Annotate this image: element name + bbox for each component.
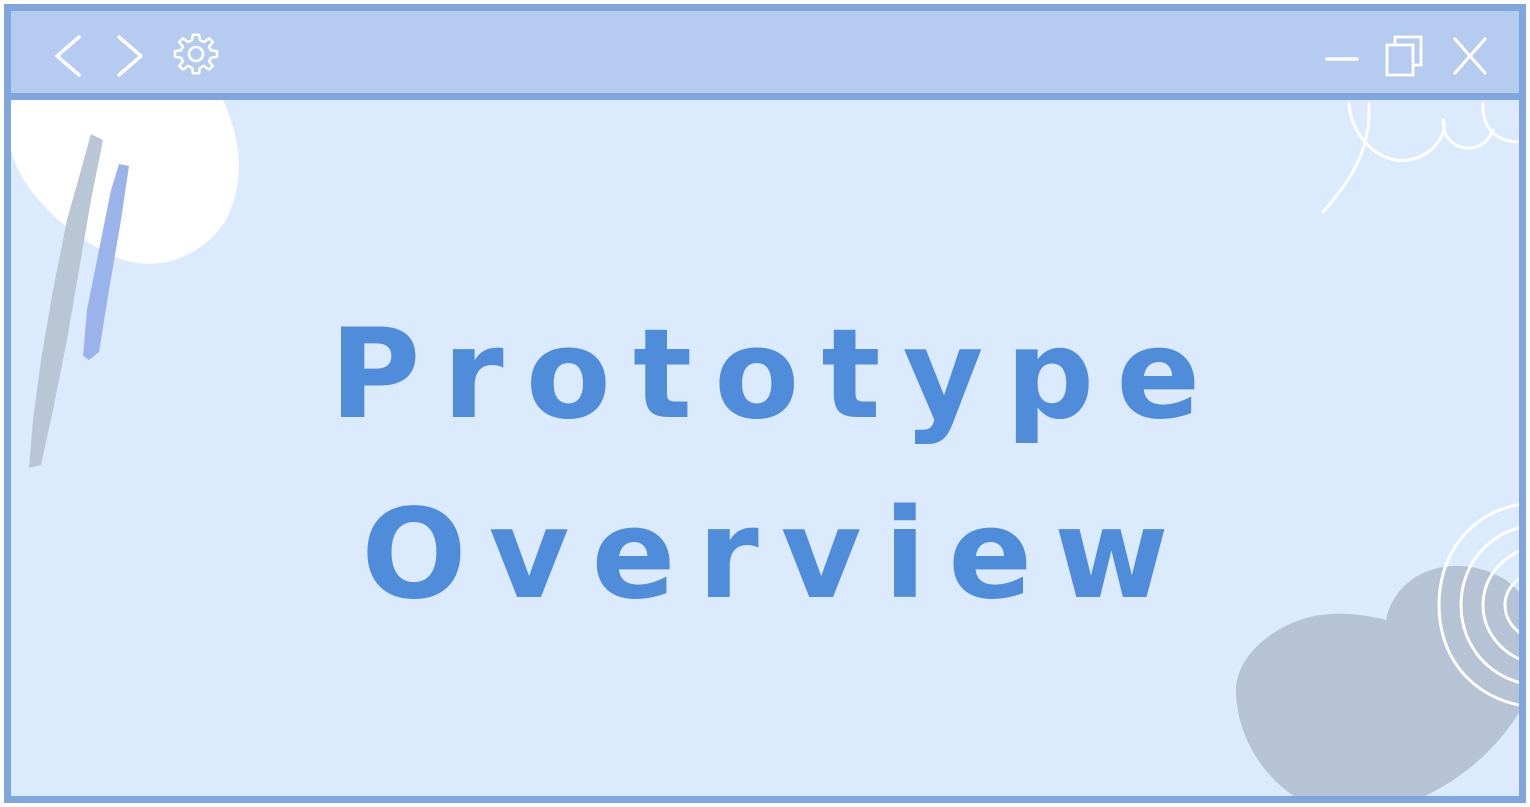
chevron-right-icon (117, 35, 143, 77)
gear-icon (173, 33, 219, 75)
restore-icon (1385, 35, 1423, 77)
settings-button[interactable] (173, 33, 219, 79)
scribble-decoration (1321, 102, 1519, 214)
title-line-1: Prototype (329, 303, 1223, 447)
restore-button[interactable] (1381, 33, 1427, 79)
page-title: Prototype Overview (11, 285, 1519, 645)
close-icon (1453, 37, 1487, 75)
window-content: Prototype Overview (11, 100, 1519, 796)
app-window: Prototype Overview (4, 4, 1526, 803)
minimize-icon (1325, 57, 1359, 61)
title-line-2: Overview (361, 483, 1191, 627)
close-button[interactable] (1447, 33, 1493, 79)
chevron-left-icon (55, 35, 81, 77)
title-bar (11, 11, 1519, 100)
back-button[interactable] (49, 33, 95, 79)
minimize-button[interactable] (1321, 33, 1367, 79)
forward-button[interactable] (107, 33, 153, 79)
